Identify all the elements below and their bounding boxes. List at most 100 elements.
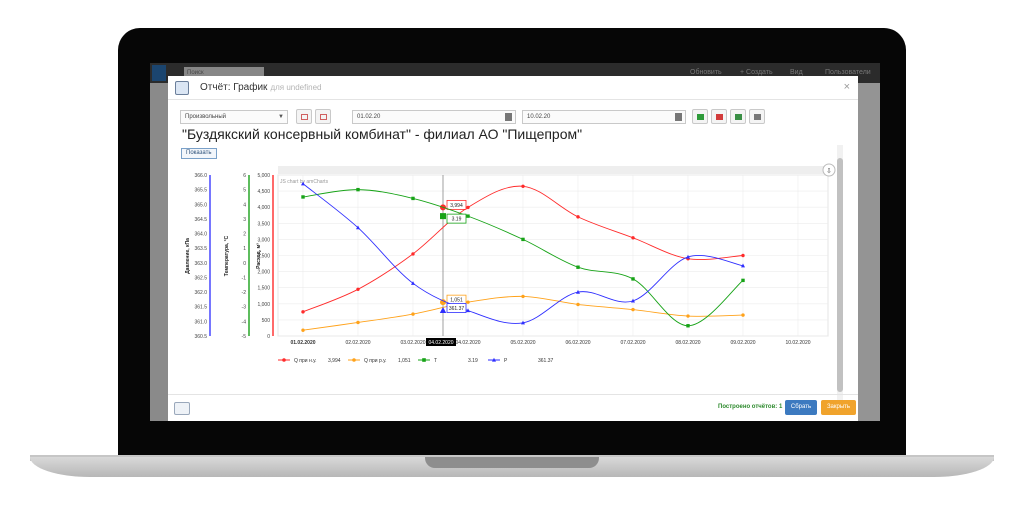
- y-tick-label: -1: [242, 275, 247, 281]
- y-tick-label: 3,000: [257, 237, 270, 243]
- data-point: [521, 184, 525, 188]
- x-tick-label: 08.02.2020: [675, 340, 700, 346]
- cursor-balloon-value: 361.37: [449, 306, 465, 312]
- data-point: [576, 215, 580, 219]
- x-tick-label: 05.02.2020: [510, 340, 535, 346]
- legend-value: 3.19: [468, 358, 478, 364]
- data-point: [521, 237, 525, 242]
- x-tick-label: 02.02.2020: [345, 340, 370, 346]
- data-point: [356, 320, 360, 325]
- y-tick-label: 5: [243, 188, 246, 194]
- data-point: [631, 277, 635, 281]
- x-tick-label: 10.02.2020: [785, 340, 810, 346]
- data-point: [576, 302, 580, 307]
- y-tick-label: 6: [243, 173, 246, 179]
- data-point: [411, 252, 415, 256]
- laptop-mockup: Поиск Обновить + Создать Вид Пользовател…: [0, 0, 1024, 516]
- scrollbar-thumb[interactable]: [837, 158, 843, 392]
- y-tick-label: 0: [267, 334, 270, 340]
- screen-icon[interactable]: [174, 402, 190, 415]
- screen: Поиск Обновить + Создать Вид Пользовател…: [150, 63, 880, 421]
- y-tick-label: 3: [243, 217, 246, 223]
- y-axis-label: Расход, м³: [256, 243, 262, 269]
- y-tick-label: 3,500: [257, 221, 270, 227]
- data-point: [576, 265, 580, 269]
- reports-built-status: Построено отчётов: 1: [718, 404, 782, 410]
- legend-value: 361.37: [538, 358, 554, 364]
- y-axis-label: Давление, кПа: [185, 238, 191, 274]
- y-tick-label: -5: [242, 334, 247, 340]
- y-axis-label: Температура, °С: [224, 235, 230, 276]
- y-tick-label: 365.0: [194, 202, 207, 208]
- data-point: [686, 324, 690, 328]
- line-chart: JS chart by amCharts⇩366.0365.5365.0364.…: [185, 163, 836, 364]
- y-tick-label: 4,000: [257, 205, 270, 211]
- data-point: [466, 300, 470, 304]
- y-tick-label: 361.5: [194, 305, 207, 311]
- legend-marker: [352, 358, 356, 362]
- cursor-marker: [440, 213, 446, 220]
- legend-value: 1,051: [398, 358, 411, 364]
- data-point: [521, 294, 525, 299]
- data-point: [741, 253, 745, 258]
- data-point: [741, 313, 745, 317]
- y-tick-label: 5,000: [257, 173, 270, 179]
- modal-footer: Построено отчётов: 1 Сбрать Закрыть: [168, 394, 858, 421]
- y-tick-label: 361.0: [194, 319, 207, 325]
- y-tick-label: 362.5: [194, 275, 207, 281]
- legend-label: P: [504, 358, 508, 364]
- report-modal: Отчёт: График для undefined × Произвольны…: [168, 76, 858, 421]
- data-point: [356, 187, 360, 192]
- x-tick-label: 09.02.2020: [730, 340, 755, 346]
- refresh-button[interactable]: Сбрать: [785, 400, 817, 415]
- y-tick-label: 4: [243, 202, 246, 208]
- data-point: [466, 214, 470, 218]
- y-tick-label: 2: [243, 232, 246, 238]
- x-tick-label: 06.02.2020: [565, 340, 590, 346]
- data-point: [686, 314, 690, 318]
- data-point: [301, 310, 305, 314]
- y-tick-label: 363.5: [194, 246, 207, 252]
- data-point: [356, 287, 360, 292]
- y-tick-label: 364.0: [194, 232, 207, 238]
- built-label: Построено отчётов:: [718, 404, 778, 410]
- scrollbar-chart: [278, 166, 828, 174]
- data-point: [631, 307, 635, 312]
- y-tick-label: 362.0: [194, 290, 207, 296]
- y-tick-label: 500: [262, 318, 271, 324]
- close-button[interactable]: Закрыть: [821, 400, 856, 415]
- y-tick-label: -2: [242, 290, 247, 296]
- y-tick-label: 0: [243, 261, 246, 267]
- legend-label: Q при н.у.: [294, 358, 317, 364]
- y-tick-label: 364.5: [194, 217, 207, 223]
- data-point: [411, 312, 415, 316]
- legend-label: T: [434, 358, 437, 364]
- x-tick-label: 07.02.2020: [620, 340, 645, 346]
- legend-value: 3,994: [328, 358, 341, 364]
- y-tick-label: 1: [243, 246, 246, 252]
- cursor-balloon-value: 1,051: [450, 298, 463, 304]
- legend-label: Q при р.у.: [364, 358, 387, 364]
- y-tick-label: 366.0: [194, 173, 207, 179]
- x-tick-label: 01.02.2020: [290, 340, 315, 346]
- data-point: [411, 196, 415, 201]
- y-tick-label: 1,000: [257, 302, 270, 308]
- data-point: [301, 328, 305, 332]
- x-tick-label: 04.02.2020: [455, 340, 480, 346]
- y-tick-label: -4: [242, 319, 247, 325]
- y-tick-label: 1,500: [257, 286, 270, 292]
- y-tick-label: 363.0: [194, 261, 207, 267]
- cursor-balloon-value: 3,994: [450, 203, 463, 209]
- data-point: [466, 205, 470, 210]
- y-tick-label: 365.5: [194, 188, 207, 194]
- cursor-balloon-value: 3.19: [452, 217, 462, 223]
- download-arrow-icon: ⇩: [826, 167, 832, 175]
- y-tick-label: 4,500: [257, 189, 270, 195]
- data-point: [631, 236, 635, 240]
- data-point: [301, 195, 305, 199]
- y-tick-label: 2,000: [257, 270, 270, 276]
- legend-marker: [282, 358, 286, 362]
- y-tick-label: 360.5: [194, 334, 207, 340]
- data-point: [741, 278, 745, 283]
- built-count: 1: [778, 404, 783, 410]
